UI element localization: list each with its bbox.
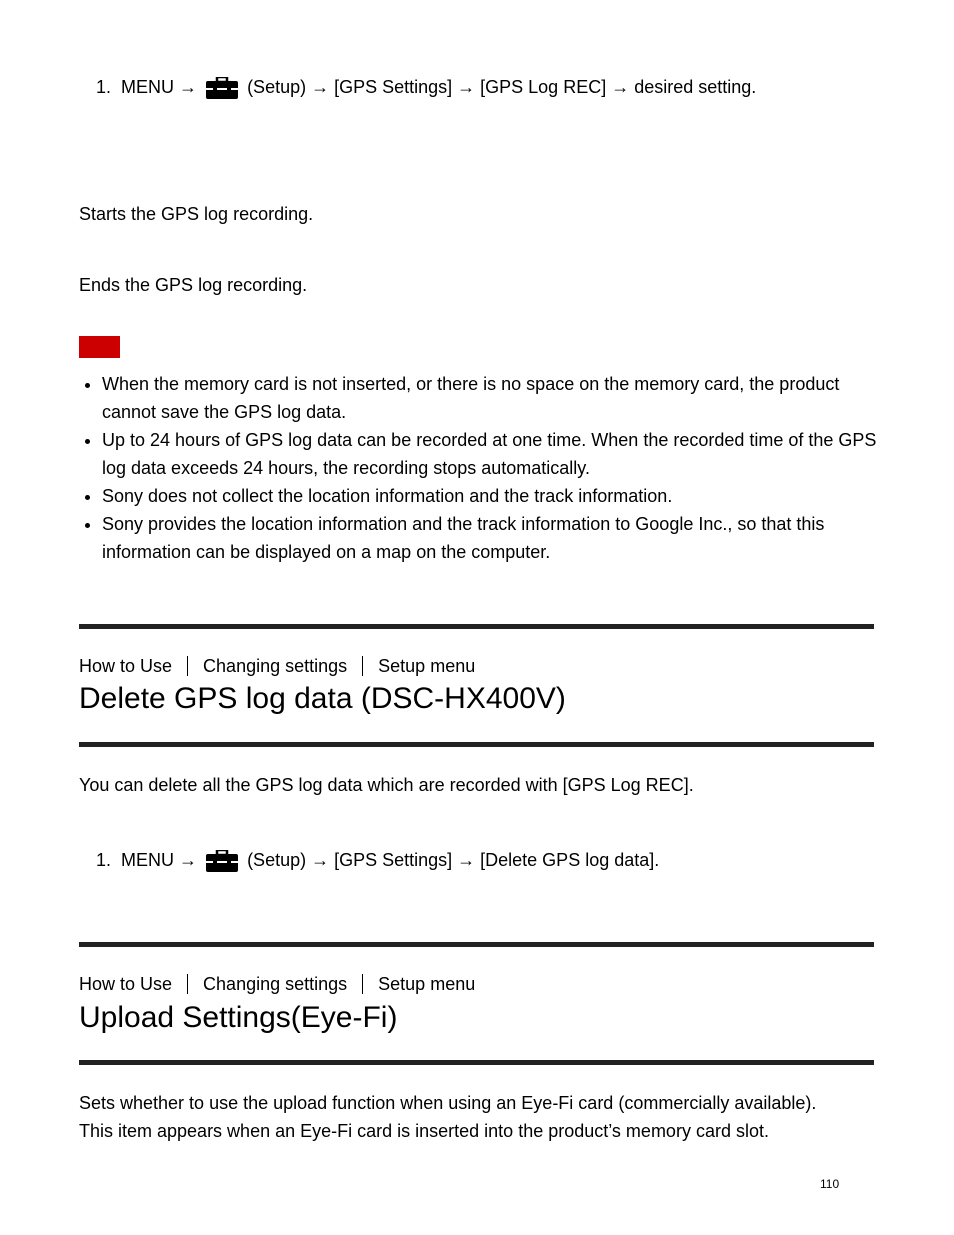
- step-text: (Setup) → [GPS Settings] → [Delete GPS l…: [247, 850, 660, 870]
- breadcrumb: How to Use Changing settings Setup menu: [79, 655, 475, 677]
- step-1: 1. MENU → (Setup) → [GPS Settings] → [De…: [96, 848, 660, 872]
- list-item: When the memory card is not inserted, or…: [102, 370, 877, 426]
- intro-text: This item appears when an Eye-Fi card is…: [79, 1121, 769, 1141]
- notes-list: When the memory card is not inserted, or…: [79, 370, 877, 566]
- breadcrumb-link[interactable]: Changing settings: [203, 974, 347, 994]
- step-text: MENU →: [121, 850, 198, 870]
- note-badge: [79, 336, 120, 358]
- divider: [79, 942, 874, 947]
- breadcrumb-link[interactable]: Setup menu: [378, 974, 475, 994]
- on-description: Starts the GPS log recording.: [79, 204, 314, 224]
- intro-text: You can delete all the GPS log data whic…: [79, 775, 694, 795]
- step-text: (Setup) → [GPS Settings] → [GPS Log REC]…: [247, 77, 757, 97]
- divider: [79, 1060, 874, 1065]
- toolbox-icon: [206, 75, 239, 99]
- list-item: Sony provides the location information a…: [102, 510, 877, 566]
- breadcrumb-link[interactable]: Setup menu: [378, 656, 475, 676]
- step-number: 1.: [96, 77, 112, 97]
- breadcrumb: How to Use Changing settings Setup menu: [79, 973, 475, 995]
- breadcrumb-link[interactable]: How to Use: [79, 656, 172, 676]
- list-item: Up to 24 hours of GPS log data can be re…: [102, 426, 877, 482]
- page-title: Delete GPS log data (DSC-HX400V): [79, 682, 566, 715]
- list-item: Sony does not collect the location infor…: [102, 482, 877, 510]
- step-1: 1. MENU → (Setup) → [GPS Settings] → [GP…: [96, 75, 757, 99]
- page-number: 110: [820, 1177, 840, 1191]
- divider: [79, 742, 874, 747]
- breadcrumb-link[interactable]: How to Use: [79, 974, 172, 994]
- breadcrumb-link[interactable]: Changing settings: [203, 656, 347, 676]
- page-title: Upload Settings(Eye-Fi): [79, 1001, 398, 1034]
- intro-text: Sets whether to use the upload function …: [79, 1093, 817, 1113]
- divider: [79, 624, 874, 629]
- step-text: MENU →: [121, 77, 198, 97]
- off-description: Ends the GPS log recording.: [79, 275, 308, 295]
- step-number: 1.: [96, 850, 112, 870]
- toolbox-icon: [206, 848, 239, 872]
